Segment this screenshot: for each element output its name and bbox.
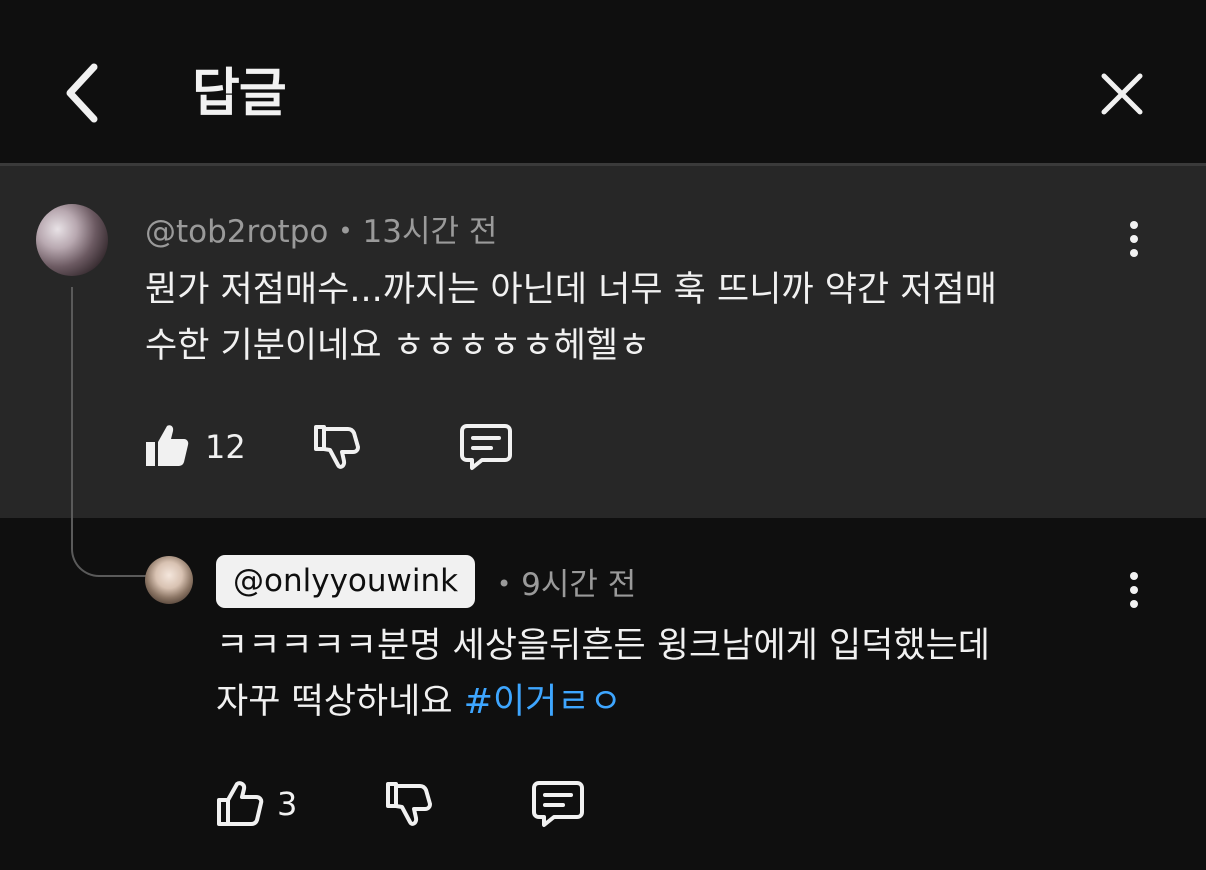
close-button[interactable]: [1090, 62, 1154, 126]
comment-icon: [532, 781, 584, 827]
avatar[interactable]: [145, 556, 193, 604]
meta-separator: •: [338, 217, 353, 245]
chevron-left-icon: [66, 63, 98, 123]
like-count: 12: [205, 428, 246, 466]
dislike-button[interactable]: [384, 780, 434, 828]
page-title: 답글: [192, 64, 287, 124]
thumbs-up-icon: [146, 425, 189, 466]
comment-author[interactable]: @tob2rotpo: [145, 214, 328, 250]
comment-text-line: 뭔가 저점매수...까지는 아닌데 너무 훅 뜨니까 약간 저점매: [145, 270, 997, 310]
reply-meta: • 9시간 전: [497, 559, 636, 604]
thumbs-up-icon: [217, 781, 264, 826]
comment-more-button[interactable]: [1119, 217, 1149, 261]
comment-text: 뭔가 저점매수...까지는 아닌데 너무 훅 뜨니까 약간 저점매 수한 기분이…: [145, 262, 997, 374]
like-count: 3: [277, 785, 298, 823]
hashtag-link[interactable]: #이거ㄹㅇ: [464, 682, 622, 722]
reply-button[interactable]: [532, 780, 584, 828]
reply-text-line: ㅋㅋㅋㅋㅋ분명 세상을뒤흔든 윙크남에게 입덕했는데: [216, 626, 990, 666]
like-button[interactable]: [215, 778, 265, 828]
replies-panel: 답글 @tob2rotpo • 13시간 전 뭔가 저점매수...까지는 아닌데 너…: [0, 0, 1206, 870]
thread-connector: [71, 287, 147, 577]
meta-separator: •: [497, 570, 512, 598]
comment-meta: @tob2rotpo • 13시간 전: [145, 206, 497, 251]
reply-button[interactable]: [460, 423, 512, 471]
like-button[interactable]: [143, 421, 191, 469]
close-icon: [1101, 73, 1143, 115]
avatar[interactable]: [36, 204, 108, 276]
comment-icon: [460, 424, 512, 470]
comment-text-line: 수한 기분이네요 ㅎㅎㅎㅎㅎ헤헬ㅎ: [145, 326, 651, 366]
thumbs-down-icon: [314, 425, 360, 469]
reply-author-badge[interactable]: @onlyyouwink: [216, 555, 476, 608]
reply-more-button[interactable]: [1119, 568, 1149, 612]
panel-header: [0, 0, 1206, 163]
reply-time: 9시간 전: [521, 567, 637, 603]
reply-text: ㅋㅋㅋㅋㅋ분명 세상을뒤흔든 윙크남에게 입덕했는데 자꾸 떡상하네요 #이거ㄹ…: [216, 618, 990, 730]
dislike-button[interactable]: [312, 423, 362, 471]
more-vertical-icon: [1130, 572, 1138, 580]
more-vertical-icon: [1130, 221, 1138, 229]
back-button[interactable]: [52, 58, 112, 128]
reply-text-line: 자꾸 떡상하네요 #이거ㄹㅇ: [216, 682, 622, 722]
comment-time: 13시간 전: [362, 214, 498, 250]
thumbs-down-icon: [386, 782, 432, 826]
